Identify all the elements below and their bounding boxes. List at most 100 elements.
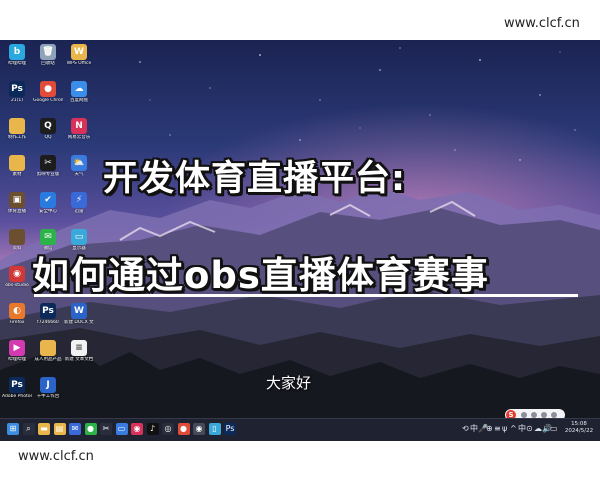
capcut-icon: ✂ (40, 155, 56, 171)
desktop-icon-label: Google Chrome (33, 98, 63, 103)
desktop-icon[interactable]: W WPS Office (64, 44, 94, 78)
title-underline (34, 294, 578, 297)
tray-icon[interactable]: ⊕ (486, 422, 493, 436)
start-button[interactable]: ⊞ (7, 423, 19, 435)
desktop-icon-grid: b 哔哩哔哩 🗑 回收站 W WPS Office Ps 21(1) ● Google Chrom… (0, 40, 100, 410)
capcut-icon[interactable]: ✂ (100, 423, 112, 435)
desktop-icon[interactable]: 资料 (2, 229, 32, 263)
desktop-icon-label: 成人用品产品 (34, 357, 62, 362)
desktop-icon[interactable]: 制作工作 (2, 118, 32, 152)
mail-icon[interactable]: ✉ (69, 423, 81, 435)
word-icon: W (71, 303, 87, 319)
clock-time: 15:08 (571, 421, 587, 427)
tray-icon[interactable]: ⟲ (462, 422, 469, 436)
desktop-icon-label: 新建 DOCX 文档 (64, 320, 94, 325)
tray-icon[interactable]: ⊙ (526, 422, 533, 436)
desktop-icon[interactable]: Ps 21(1) (2, 81, 32, 115)
music-icon: N (71, 118, 87, 134)
desktop-icon[interactable]: PsAdobe Photosho... (2, 377, 32, 411)
desktop-icon[interactable]: 素材 (2, 155, 32, 189)
watermark-bottom: www.clcf.cn (10, 443, 110, 471)
desktop-icon[interactable]: ▣ 体育直播 (2, 192, 32, 226)
desktop-icon[interactable]: ◉ obs-studio (2, 266, 32, 300)
desktop-icon-label: 制作工作 (8, 135, 26, 140)
text-file-icon: ≡ (71, 340, 87, 356)
app-icon[interactable]: ▯ (208, 423, 221, 435)
desktop-icon-label: 哔哩哔哩 (8, 61, 26, 66)
monitor-icon: ▭ (71, 229, 87, 245)
obs-icon[interactable]: ◎ (162, 423, 174, 435)
desktop-icon[interactable]: ✔ 安全中心 (33, 192, 63, 226)
desktop-icon-label: 网易云音乐 (67, 135, 91, 140)
folder-icon (9, 155, 25, 171)
firefox-icon: ◐ (9, 303, 25, 319)
desktop-icon[interactable]: ⛅ 天气 (64, 155, 94, 189)
folder-icon (9, 118, 25, 134)
desktop-icon[interactable]: J 千牛工作台 (33, 377, 63, 411)
clock-date: 2024/5/22 (564, 428, 594, 434)
bilibili-icon: b (9, 44, 25, 60)
video-title-line-2: 如何通过obs直播体育赛事 (32, 254, 489, 297)
tray-icon[interactable]: 中 (518, 422, 526, 436)
douyin-icon[interactable]: ♪ (146, 423, 159, 435)
desktop-icon[interactable]: N 网易云音乐 (64, 118, 94, 152)
desktop-icon[interactable]: ●Google Chrome (33, 81, 63, 115)
desktop-icon-label: f7246660 (37, 320, 59, 325)
desktop-icon-label: 天气 (74, 172, 84, 177)
desktop-icon-label: 百度网盘 (70, 98, 88, 103)
photoshop-icon: Ps (9, 81, 25, 97)
music-icon[interactable]: ◉ (131, 423, 143, 435)
desktop-icon[interactable]: ☁ 百度网盘 (64, 81, 94, 115)
qianniu-icon: J (40, 377, 56, 393)
photoshop-icon: Ps (9, 377, 25, 393)
desktop-icon[interactable]: b 哔哩哔哩 (2, 44, 32, 78)
taskbar-clock[interactable]: 15:08 2024/5/22 (560, 421, 598, 435)
tray-icon[interactable]: ☁ (534, 422, 542, 436)
desktop-icon[interactable]: ✂ 剪映专业版 (33, 155, 63, 189)
tray-icon[interactable]: ψ (502, 422, 507, 436)
search-icon[interactable]: ⌕ (22, 423, 35, 435)
obs-icon: ◉ (9, 266, 25, 282)
desktop-icon[interactable]: Ps f7246660 (33, 303, 63, 337)
wechat-icon[interactable]: ● (84, 423, 97, 435)
tray-icon[interactable]: ≡ (494, 422, 501, 436)
desktop-icon[interactable]: ≡ 新建 文本文档 (64, 340, 94, 374)
desktop-wallpaper: b 哔哩哔哩 🗑 回收站 W WPS Office Ps 21(1) ● Google Chrom… (0, 40, 600, 418)
desktop-icon-label: WPS Office (66, 61, 92, 66)
video-icon: ▶ (9, 340, 25, 356)
desktop-icon-label: 剪映专业版 (36, 172, 60, 177)
desktop-icon[interactable]: W新建 DOCX 文档 (64, 303, 94, 337)
tray-icon[interactable]: ▭ (550, 422, 558, 436)
desktop-icon-label: 千牛工作台 (36, 394, 60, 399)
chrome-icon[interactable]: ● (177, 423, 190, 435)
desktop-icon-label: Firefox (9, 320, 25, 325)
thunder-icon: ⚡ (71, 192, 87, 208)
desktop-icon-label: 新建 文本文档 (64, 357, 94, 362)
photoshop-icon[interactable]: Ps (224, 423, 236, 435)
desktop-icon-label: 体育直播 (8, 209, 26, 214)
desktop-icon-label: 哔哩哔哩 (8, 357, 26, 362)
chrome-icon: ● (40, 81, 56, 97)
folder-icon (9, 229, 25, 245)
app-icon[interactable]: ▭ (115, 423, 128, 435)
wechat-icon: ✉ (40, 229, 56, 245)
desktop-icon[interactable]: 成人用品产品 (33, 340, 63, 374)
obs-icon[interactable]: ◉ (193, 423, 205, 435)
desktop-icon-label: Adobe Photosho... (2, 394, 32, 399)
desktop-icon-label: 资料 (12, 246, 22, 251)
recycle-bin-icon: 🗑 (40, 44, 56, 60)
tray-icon[interactable]: 中 (470, 422, 478, 436)
qq-icon: Q (40, 118, 56, 134)
desktop-icon-label: 素材 (12, 172, 22, 177)
tray-icon[interactable]: ^ (510, 422, 517, 436)
file-explorer-icon[interactable]: ▬ (38, 423, 50, 435)
photoshop-icon: Ps (40, 303, 56, 319)
desktop-icon[interactable]: 🗑 回收站 (33, 44, 63, 78)
video-title-line-1: 开发体育直播平台: (103, 159, 406, 199)
desktop-icon[interactable]: ◐ Firefox (2, 303, 32, 337)
cloud-icon: ☁ (71, 81, 87, 97)
desktop-icon[interactable]: ⚡ 迅雷 (64, 192, 94, 226)
file-explorer-icon[interactable]: ▤ (53, 423, 66, 435)
desktop-icon[interactable]: Q QQ (33, 118, 63, 152)
desktop-icon[interactable]: ▶ 哔哩哔哩 (2, 340, 32, 374)
